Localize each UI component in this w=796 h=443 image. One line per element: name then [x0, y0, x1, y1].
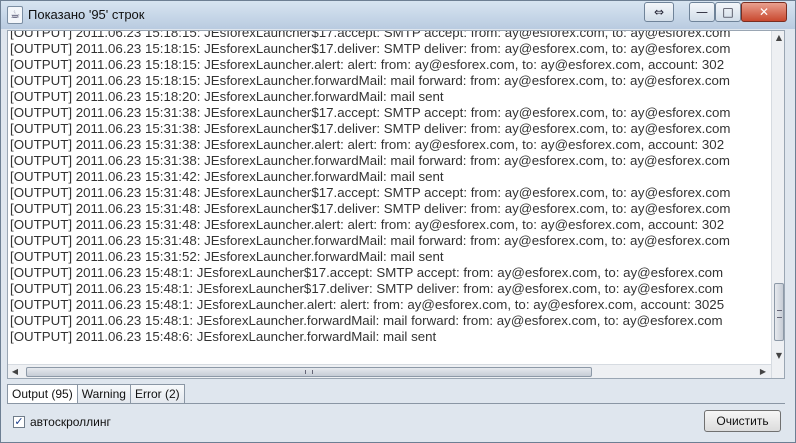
log-line: [OUTPUT] 2011.06.23 15:31:38: JEsforexLa… — [10, 105, 731, 120]
window-title: Показано '95' строк — [28, 7, 145, 22]
log-line: [OUTPUT] 2011.06.23 15:48:1: JEsforexLau… — [10, 297, 725, 312]
minimize-button[interactable]: — — [689, 2, 715, 22]
bottom-panel: ✓ автоскроллинг Очистить — [7, 403, 785, 440]
log-line: [OUTPUT] 2011.06.23 15:31:48: JEsforexLa… — [10, 217, 725, 232]
log-line: [OUTPUT] 2011.06.23 15:31:48: JEsforexLa… — [10, 233, 730, 248]
close-button[interactable]: ✕ — [741, 2, 787, 22]
log-line: [OUTPUT] 2011.06.23 15:31:48: JEsforexLa… — [10, 201, 731, 216]
title-bar[interactable]: ☕ Показано '95' строк ⇔ — □ ✕ — [1, 1, 795, 29]
log-lines: [OUTPUT] 2011.06.23 15:18:15: JEsforexLa… — [10, 30, 768, 365]
java-app-icon: ☕ — [7, 6, 23, 24]
log-line: [OUTPUT] 2011.06.23 15:31:38: JEsforexLa… — [10, 153, 730, 168]
maximize-button[interactable]: □ — [715, 2, 741, 22]
log-line: [OUTPUT] 2011.06.23 15:48:6: JEsforexLau… — [10, 329, 437, 344]
tab-error[interactable]: Error (2) — [129, 384, 185, 404]
scroll-down-icon[interactable]: ▼ — [772, 349, 784, 363]
scroll-right-icon[interactable]: ▶ — [756, 365, 770, 378]
scroll-up-icon[interactable]: ▲ — [772, 31, 784, 45]
log-line: [OUTPUT] 2011.06.23 15:18:15: JEsforexLa… — [10, 57, 725, 72]
log-line: [OUTPUT] 2011.06.23 15:48:1: JEsforexLau… — [10, 265, 724, 280]
autoscroll-label: автоскроллинг — [30, 415, 111, 429]
grip-icon — [305, 370, 313, 374]
vertical-scroll-thumb[interactable] — [774, 283, 784, 341]
log-tabs: Output (95) Warning Error (2) — [7, 384, 185, 404]
horizontal-scroll-thumb[interactable] — [26, 367, 592, 377]
log-line: [OUTPUT] 2011.06.23 15:18:15: JEsforexLa… — [10, 41, 731, 56]
tab-warning[interactable]: Warning — [76, 384, 131, 404]
log-window: ☕ Показано '95' строк ⇔ — □ ✕ [OUTPUT] 2… — [0, 0, 796, 443]
vertical-scrollbar[interactable]: ▲ ▼ — [771, 31, 784, 378]
autoscroll-checkbox[interactable]: ✓ — [13, 416, 25, 428]
clear-button[interactable]: Очистить — [704, 410, 781, 432]
log-line: [OUTPUT] 2011.06.23 15:31:48: JEsforexLa… — [10, 185, 731, 200]
autoscroll-option[interactable]: ✓ автоскроллинг — [13, 415, 111, 429]
log-line: [OUTPUT] 2011.06.23 15:18:20: JEsforexLa… — [10, 89, 444, 104]
log-line: [OUTPUT] 2011.06.23 15:31:38: JEsforexLa… — [10, 121, 731, 136]
log-line: [OUTPUT] 2011.06.23 15:31:38: JEsforexLa… — [10, 137, 725, 152]
log-line: [OUTPUT] 2011.06.23 15:31:52: JEsforexLa… — [10, 249, 444, 264]
log-line: [OUTPUT] 2011.06.23 15:48:1: JEsforexLau… — [10, 313, 723, 328]
log-line: [OUTPUT] 2011.06.23 15:18:15: JEsforexLa… — [10, 30, 731, 40]
log-line: [OUTPUT] 2011.06.23 15:48:1: JEsforexLau… — [10, 281, 724, 296]
horizontal-scrollbar[interactable]: ◀ ▶ — [8, 364, 771, 378]
log-line: [OUTPUT] 2011.06.23 15:18:15: JEsforexLa… — [10, 73, 730, 88]
tab-output[interactable]: Output (95) — [7, 384, 78, 404]
grip-icon — [777, 310, 782, 318]
scroll-left-icon[interactable]: ◀ — [8, 365, 22, 378]
log-output-area[interactable]: [OUTPUT] 2011.06.23 15:18:15: JEsforexLa… — [7, 30, 785, 379]
swap-window-button[interactable]: ⇔ — [644, 2, 674, 22]
log-line: [OUTPUT] 2011.06.23 15:31:42: JEsforexLa… — [10, 169, 444, 184]
